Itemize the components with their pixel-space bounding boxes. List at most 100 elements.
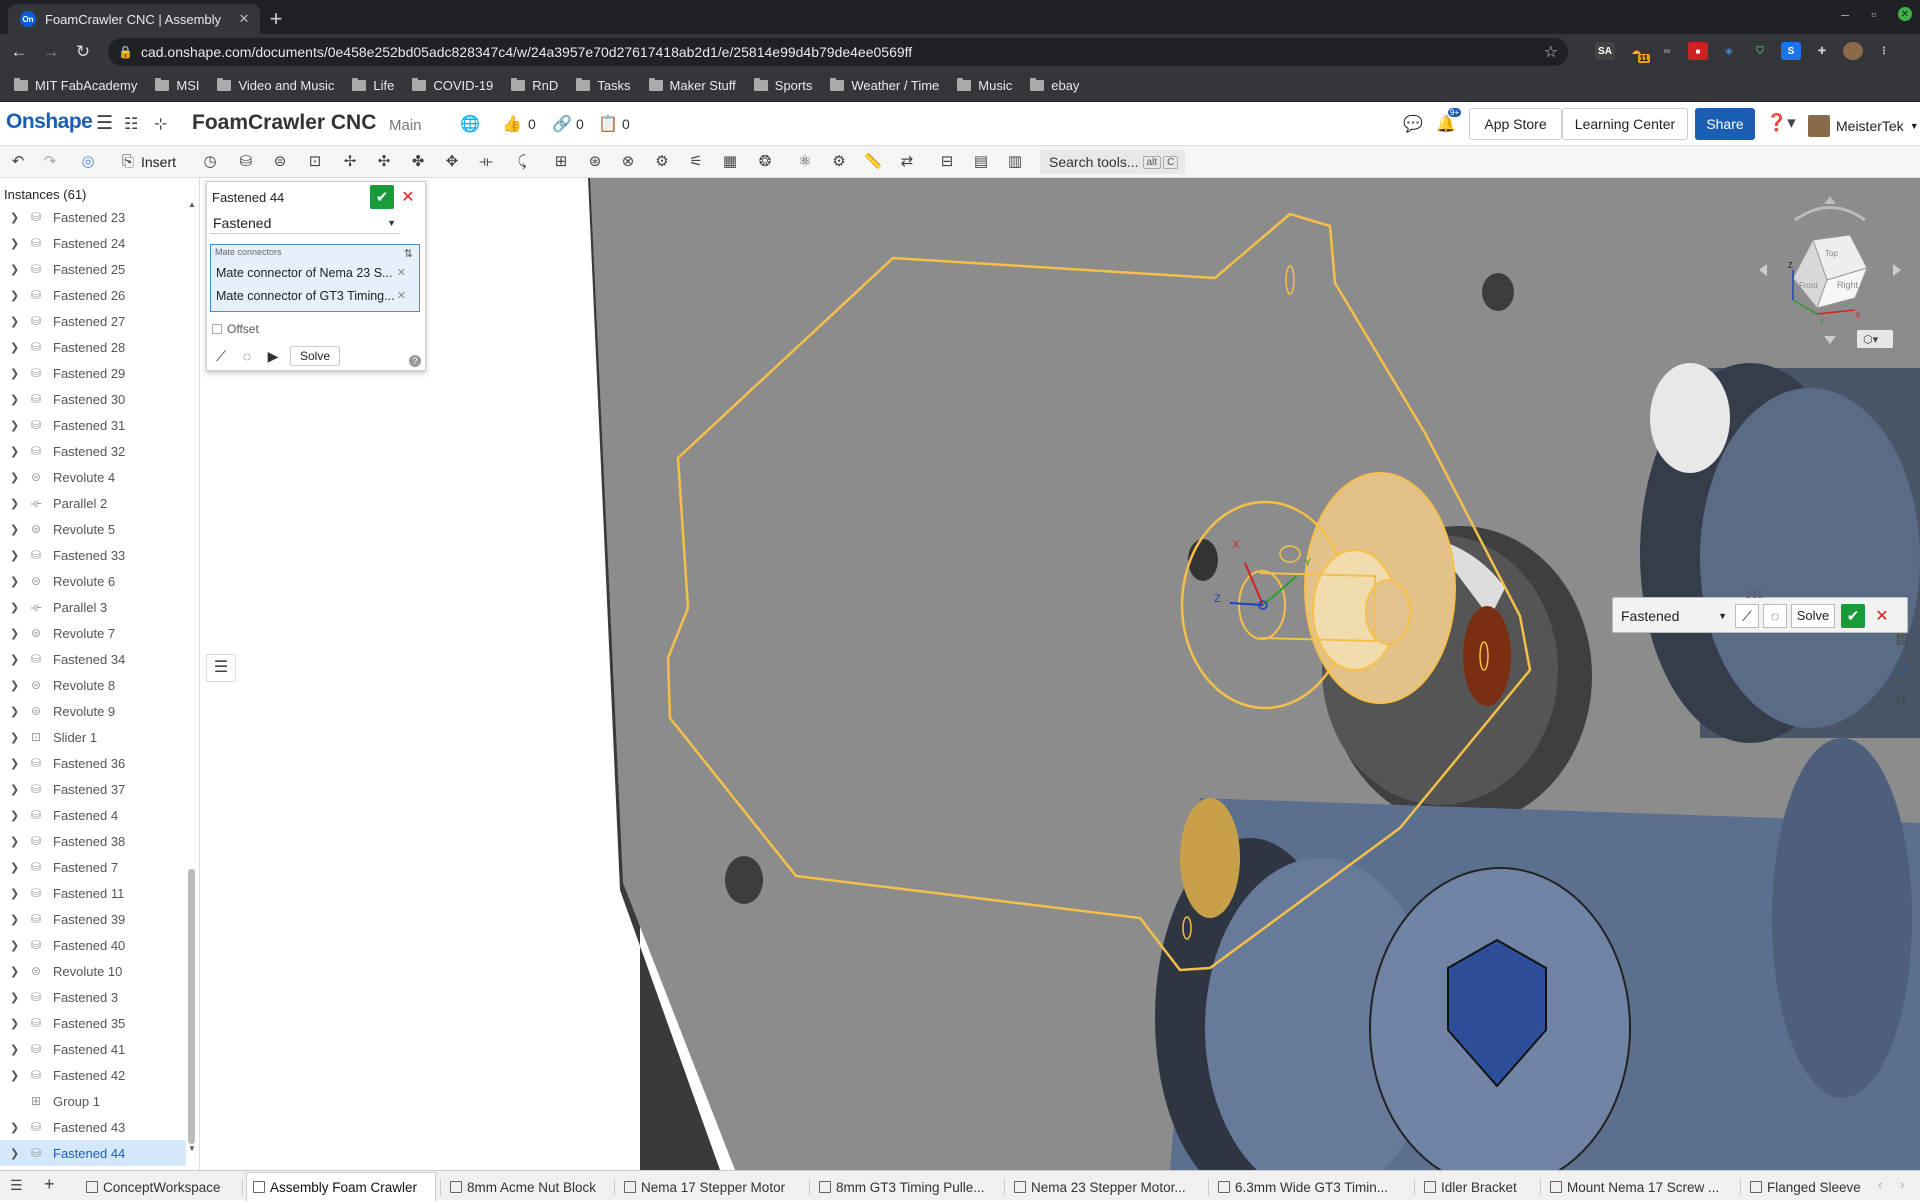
reorient-secondary-axis-icon[interactable]: ◌ [238,347,256,365]
bookmark-folder[interactable]: Maker Stuff [648,78,736,93]
search-tools-input[interactable]: Search tools... alt C [1040,150,1185,174]
maximize-icon[interactable]: ▫ [1871,6,1876,22]
revolute-mate-icon[interactable]: ⊜ [270,152,290,172]
share-button[interactable]: Share [1695,108,1755,140]
instance-list-item[interactable]: ❯ ⛁ Fastened 36 [0,750,186,776]
fastened-mate-icon[interactable]: ⛁ [236,152,256,172]
element-tab[interactable]: Nema 17 Stepper Motor [618,1174,804,1200]
cylindrical-mate-icon[interactable]: ✣ [374,152,394,172]
expand-chevron-icon[interactable]: ❯ [10,1043,28,1056]
instance-list-item[interactable]: ❯ ⛁ Fastened 31 [0,412,186,438]
expand-chevron-icon[interactable]: ❯ [10,757,28,770]
element-tab[interactable]: 8mm GT3 Timing Pulle... [813,1174,999,1200]
cancel-button[interactable]: ✕ [397,185,419,209]
float-solve-button[interactable]: Solve [1791,604,1835,628]
element-tab[interactable]: 6.3mm Wide GT3 Timin... [1212,1174,1408,1200]
expand-chevron-icon[interactable]: ❯ [10,575,28,588]
expand-chevron-icon[interactable]: ❯ [10,1017,28,1030]
expand-chevron-icon[interactable]: ❯ [10,809,28,822]
instance-list-item[interactable]: ❯ ⊜ Revolute 8 [0,672,186,698]
expand-chevron-icon[interactable]: ❯ [10,653,28,666]
feature-list-icon[interactable]: ☷ [124,114,138,134]
expand-chevron-icon[interactable]: ❯ [10,523,28,536]
instance-list-item[interactable]: ❯ ⛁ Fastened 37 [0,776,186,802]
scroll-thumb[interactable] [188,869,195,1144]
mate-connectors-field[interactable]: Mate connectors ⇅ Mate connector of Nema… [210,244,420,312]
named-views-icon[interactable]: ▤ [971,152,991,172]
instance-list-item[interactable]: ❯ ⛁ Fastened 30 [0,386,186,412]
settings-gear-icon[interactable]: ⚙ [829,152,849,172]
instance-list-item[interactable]: ❯ ⛁ Fastened 7 [0,854,186,880]
scroll-up-icon[interactable]: ▲ [188,200,196,209]
red-extension-icon[interactable]: ■ [1688,42,1708,60]
expand-chevron-icon[interactable]: ❯ [10,627,28,640]
expand-chevron-icon[interactable]: ❯ [10,419,28,432]
redo-icon[interactable]: ↷ [40,152,60,172]
bookmark-folder[interactable]: COVID-19 [412,78,493,93]
ball-mate-icon[interactable]: ✥ [442,152,462,172]
close-tab-icon[interactable]: ✕ [234,11,254,27]
instance-list-item[interactable]: ❯ ⟛ Parallel 3 [0,594,186,620]
right-panel-icon[interactable]: ⬡ [1896,660,1908,677]
bookmark-folder[interactable]: ebay [1030,78,1079,93]
section-view-icon[interactable]: ⊟ [937,152,957,172]
bookmark-folder[interactable]: Music [957,78,1012,93]
remove-item-icon[interactable]: ✕ [397,289,406,302]
copy-icon[interactable]: 📋 [598,114,618,134]
puzzle-icon[interactable]: ✚ [1812,42,1832,60]
update-icon[interactable]: ◎ [78,152,98,172]
mate-connector-item[interactable]: Mate connector of Nema 23 S... ✕ [216,266,406,280]
instance-list-item[interactable]: ❯ ⛁ Fastened 35 [0,1010,186,1036]
bookmark-folder[interactable]: MSI [155,78,199,93]
accept-button[interactable]: ✔ [370,185,394,209]
help-icon[interactable]: ❓▾ [1766,113,1796,133]
instance-list-scrollbar[interactable]: ▲ ▼ [186,200,198,1154]
expand-chevron-icon[interactable]: ❯ [10,913,28,926]
chrome-menu-icon[interactable]: ⋮ [1874,42,1894,60]
globe-icon[interactable]: 🌐 [460,114,480,134]
offset-checkbox[interactable]: Offset [212,322,259,336]
parallel-mate-icon[interactable]: ⟛ [476,152,496,172]
bookmark-folder[interactable]: Weather / Time [830,78,939,93]
shield-extension-icon[interactable]: ⛉ [1750,42,1770,60]
element-tab[interactable]: Mount Nema 17 Screw ... [1544,1174,1736,1200]
document-title[interactable]: FoamCrawler CNC [192,111,376,135]
element-tab[interactable]: Nema 23 Stepper Motor... [1008,1174,1204,1200]
insert-button[interactable]: Insert [141,154,176,170]
bookmark-folder[interactable]: Video and Music [217,78,334,93]
drag-handle-icon[interactable]: ▯▯▯ [1746,589,1764,600]
element-tab[interactable]: Flanged Sleeve [1744,1174,1874,1200]
pin-slot-mate-icon[interactable]: ✤ [408,152,428,172]
expand-chevron-icon[interactable]: ❯ [10,367,28,380]
bookmark-star-icon[interactable]: ☆ [1544,42,1558,62]
instance-list-item[interactable]: ❯ ⊜ Revolute 9 [0,698,186,724]
expand-chevron-icon[interactable]: ❯ [10,1121,28,1134]
expand-chevron-icon[interactable]: ❯ [10,263,28,276]
instance-list-item[interactable]: ❯ ⛁ Fastened 44 [0,1140,186,1166]
expand-chevron-icon[interactable]: ❯ [10,471,28,484]
instance-list-item[interactable]: ❯ ⛁ Fastened 34 [0,646,186,672]
instance-list-item[interactable]: ❯ ⊜ Revolute 6 [0,568,186,594]
instance-list-item[interactable]: ❯ ⛁ Fastened 26 [0,282,186,308]
gear-relation-icon[interactable]: ⚙ [652,152,672,172]
app-store-button[interactable]: App Store [1469,108,1562,140]
element-tab[interactable]: ConceptWorkspace [80,1174,240,1200]
float-cancel-button[interactable]: ✕ [1871,604,1893,628]
address-bar[interactable]: 🔒 cad.onshape.com/documents/0e458e252bd0… [108,38,1568,66]
s-extension-icon[interactable]: S [1781,42,1801,60]
history-icon[interactable]: ◷ [200,152,220,172]
linear-pattern-icon[interactable]: ▦ [720,152,740,172]
add-tab-icon[interactable]: + [44,1174,55,1195]
expand-chevron-icon[interactable]: ❯ [10,939,28,952]
like-icon[interactable]: 👍 [502,114,522,134]
instance-list-item[interactable]: ❯ ⛁ Fastened 29 [0,360,186,386]
layers-extension-icon[interactable]: ◈ [1719,42,1739,60]
instance-list-item[interactable]: ❯ ⛁ Fastened 38 [0,828,186,854]
learning-center-button[interactable]: Learning Center [1562,108,1688,140]
user-menu[interactable]: MeisterTek ▼ [1808,115,1919,137]
sa-extension-icon[interactable]: SA [1595,42,1615,60]
cloud-extension-icon[interactable]: ☁ 11 [1626,42,1650,63]
tab-manager-icon[interactable]: ☰ [10,1177,23,1194]
float-mate-type-select[interactable]: Fastened ▼ [1621,606,1733,626]
instance-list-item[interactable]: ❯ ⛁ Fastened 32 [0,438,186,464]
